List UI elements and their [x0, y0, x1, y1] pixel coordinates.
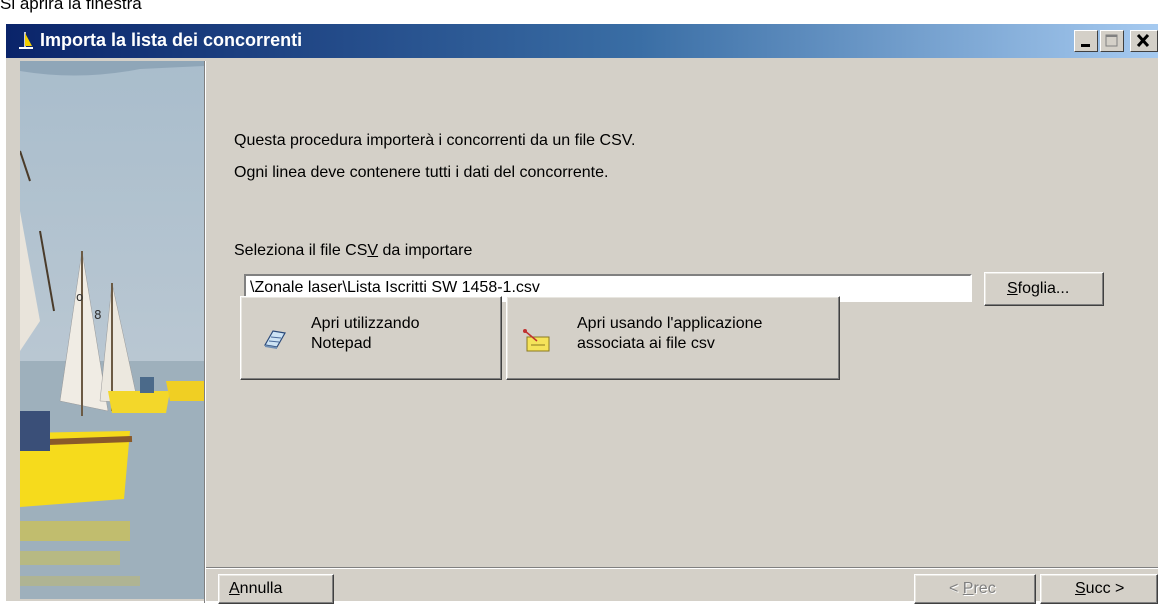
notepad-label-line-2: Notepad — [311, 335, 372, 352]
file-label: Seleziona il file CSV da importare — [234, 242, 473, 259]
next-button[interactable]: Succ > — [1040, 574, 1158, 604]
associated-app-label-line-2: associata ai file csv — [577, 335, 715, 352]
caption-text: Si aprirà la finestra — [0, 0, 142, 13]
close-button[interactable] — [1130, 30, 1158, 52]
previous-label: < Prec — [949, 580, 996, 597]
window-title: Importa la lista dei concorrenti — [40, 30, 303, 50]
associated-app-label-line-1: Apri usando l'applicazione — [577, 315, 763, 332]
notepad-label-line-1: Apri utilizzando — [311, 315, 420, 332]
title-bar[interactable]: Importa la lista dei concorrenti — [6, 24, 1158, 58]
minimize-icon — [1081, 44, 1090, 47]
panel-separator — [204, 61, 206, 603]
close-icon — [1136, 33, 1150, 48]
cancel-label: Annulla — [229, 580, 283, 597]
intro-line-2: Ogni linea deve contenere tutti i dati d… — [234, 164, 609, 181]
notepad-icon — [264, 330, 286, 349]
intro-line-1: Questa procedura importerà i concorrenti… — [234, 132, 636, 149]
minimize-button[interactable] — [1074, 30, 1098, 52]
browse-label: Sfoglia... — [1007, 280, 1070, 297]
sailboat-app-icon — [19, 32, 33, 49]
next-label: Succ > — [1075, 580, 1125, 597]
svg-text:o: o — [76, 290, 83, 304]
application-icon — [523, 329, 550, 352]
open-notepad-button[interactable]: Apri utilizzando Notepad — [240, 296, 502, 380]
maximize-button[interactable] — [1100, 30, 1124, 52]
import-dialog: Importa la lista dei concorrenti o 8 Que… — [4, 22, 1158, 604]
cancel-button[interactable]: Annulla — [218, 574, 334, 604]
footer-separator — [206, 567, 1158, 569]
open-associated-app-button[interactable]: Apri usando l'applicazione associata ai … — [506, 296, 840, 380]
previous-button[interactable]: < Prec — [914, 574, 1036, 604]
sailing-boats-image: o 8 — [20, 61, 204, 599]
svg-text:8: 8 — [94, 308, 102, 322]
browse-button[interactable]: Sfoglia... — [984, 272, 1104, 306]
maximize-icon — [1105, 34, 1118, 47]
